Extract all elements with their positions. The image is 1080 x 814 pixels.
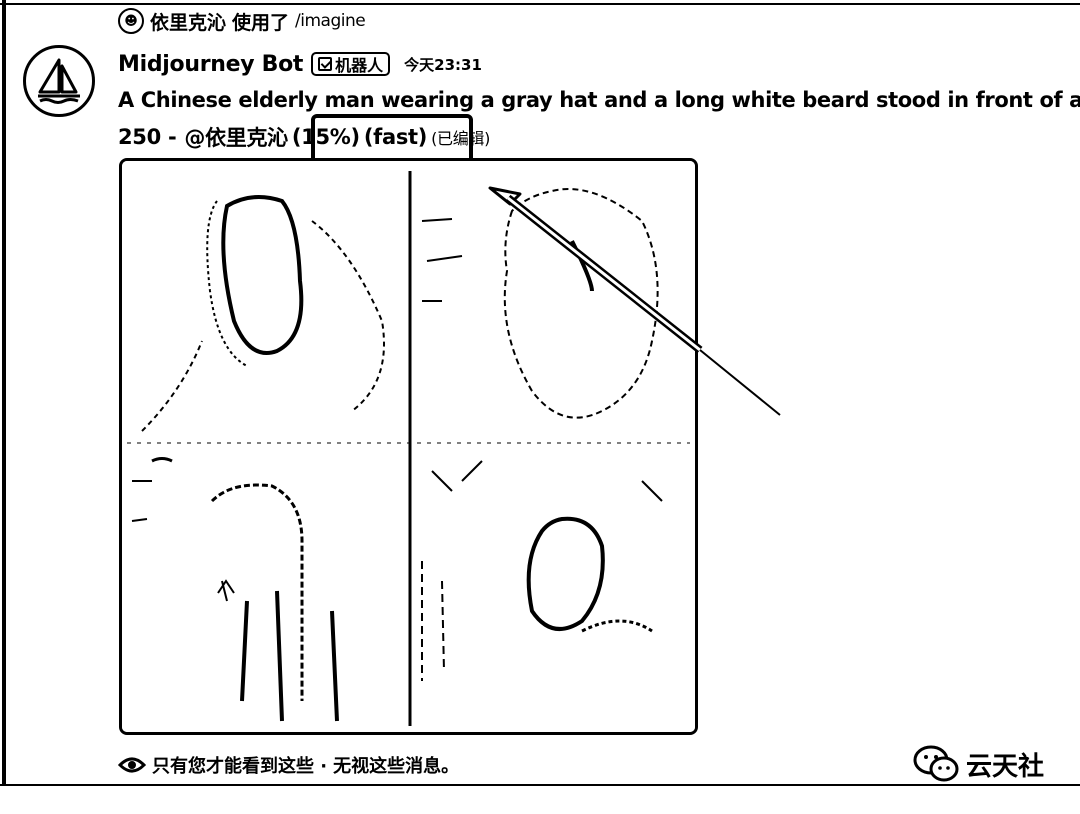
- reply-command[interactable]: /imagine: [295, 11, 366, 31]
- reply-used-label: 使用了: [232, 11, 290, 34]
- bot-avatar[interactable]: [23, 45, 95, 117]
- reply-reference[interactable]: ☻ 依里克沁 使用了/imagine: [118, 6, 366, 36]
- window-top-border: [0, 3, 1080, 5]
- watermark-text: 云天社: [966, 751, 1045, 782]
- bot-badge-label: 机器人: [335, 56, 384, 75]
- ephemeral-notice: 只有您才能看到这些 · 无视这些消息。: [118, 750, 459, 780]
- arrow-icon: [488, 186, 781, 416]
- status-prefix: 250 -: [118, 125, 177, 149]
- sailboat-logo-icon: [38, 58, 80, 104]
- wechat-icon: [913, 745, 959, 782]
- dismiss-message-link[interactable]: 无视这些消息。: [333, 752, 459, 778]
- bot-name[interactable]: Midjourney Bot: [118, 52, 303, 77]
- eye-icon: [118, 757, 146, 773]
- ephemeral-notice-text: 只有您才能看到这些 ·: [152, 756, 328, 777]
- window-left-border: [2, 0, 6, 786]
- prompt-text: A Chinese elderly man wearing a gray hat…: [118, 88, 1080, 112]
- user-avatar-icon[interactable]: ☻: [118, 8, 144, 34]
- message-header: Midjourney Bot 机器人 今天23:31: [118, 46, 482, 82]
- watermark: 云天社: [912, 744, 1044, 784]
- reply-username[interactable]: 依里克沁: [150, 8, 226, 35]
- user-mention[interactable]: @依里克沁: [184, 122, 288, 152]
- window-bottom-border: [0, 784, 1080, 786]
- checkmark-icon: [318, 57, 333, 71]
- bot-badge: 机器人: [311, 52, 391, 76]
- message-timestamp[interactable]: 今天23:31: [404, 54, 482, 75]
